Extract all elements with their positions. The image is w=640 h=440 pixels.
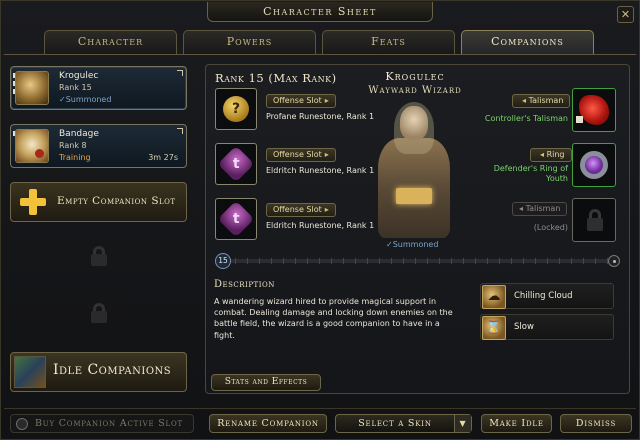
slot-type-label: Offense Slot [273,150,322,159]
rune-glyph: t [232,210,240,227]
tab-character[interactable]: Character [44,30,177,54]
rank-badge: 15 [215,253,231,269]
corner-marker-icon [177,70,183,76]
companion-rank: Rank 15 [59,83,92,92]
locked-talisman-slot-pill: ◂ Talisman [512,202,568,216]
locked-slot-icon [89,246,109,266]
chevron-right-icon: ▸ [324,150,329,159]
offense-slot-pill[interactable]: Offense Slot ▸ [266,94,336,108]
equip-item-name-line: Youth [546,174,568,183]
eldritch-runestone-icon: t [217,145,255,183]
equip-item-name: Controller's Talisman [484,114,568,123]
idle-companions-label: Idle Companions [53,362,172,378]
rune-name: Eldritch Runestone, Rank 1 [266,221,375,230]
companion-status: Training [59,153,91,162]
equip-slot-label: Talisman [528,96,564,105]
skin-select-value: Select a Skin [358,418,432,429]
controllers-talisman-icon [579,95,609,125]
max-rank-icon [608,255,620,267]
chilling-cloud-icon: ☁ [482,285,506,309]
idle-companions-button[interactable]: Idle Companions [10,352,187,392]
coin-icon [16,418,28,430]
idle-companions-icon [14,356,46,388]
chevron-right-icon: ▸ [324,205,329,214]
locked-slot-icon [89,303,109,323]
lock-icon [585,209,605,231]
companion-title-name: Krogulec [385,70,445,83]
eldritch-runestone-icon: t [217,200,255,238]
locked-equip-slot [572,198,616,242]
offense-slot-pill[interactable]: Offense Slot ▸ [266,203,336,217]
equip-slot-label: Talisman [525,204,561,213]
power-chilling-cloud[interactable]: ☁ Chilling Cloud [480,283,614,309]
tab-feats[interactable]: Feats [322,30,455,54]
power-name: Chilling Cloud [514,291,573,301]
rune-slot-2[interactable]: t [215,143,257,185]
skin-select-dropdown[interactable]: Select a Skin ▼ [335,414,472,433]
rune-name: Eldritch Runestone, Rank 1 [266,166,375,175]
companion-card-bandage[interactable]: Bandage Rank 8 Training 3m 27s [10,124,187,168]
equip-item-name: Defender's Ring of Youth [478,164,568,184]
companion-name: Krogulec [59,71,99,81]
power-name: Slow [514,322,534,332]
rune-slot-1[interactable]: ? [215,88,257,130]
close-button[interactable]: ✕ [617,6,634,23]
empty-slot-label: Empty Companion Slot [57,195,176,207]
tab-bar: Character Powers Feats Companions [44,30,594,54]
dismiss-button[interactable]: Dismiss [560,414,632,433]
defenders-ring-icon [580,151,608,179]
chevron-right-icon: ▸ [324,96,329,105]
companion-card-krogulec[interactable]: Krogulec Rank 15 ✓Summoned [10,66,187,110]
rune-slot-3[interactable]: t [215,198,257,240]
corner-marker-icon [177,128,183,134]
companion-portrait-icon [15,129,49,163]
slot-type-label: Offense Slot [273,205,322,214]
companion-portrait-icon [15,71,49,105]
buy-slot-label: Buy Companion Active Slot [35,418,183,429]
make-idle-button[interactable]: Make Idle [481,414,552,433]
power-slow[interactable]: ⌛ Slow [480,314,614,340]
profane-runestone-icon: ? [223,96,249,122]
rank-title: Rank 15 (Max Rank) [215,71,337,85]
equip-item-name: (Locked) [533,223,568,232]
progress-ticks [223,258,611,264]
companion-rank: Rank 8 [59,141,87,150]
buy-companion-slot-button[interactable]: Buy Companion Active Slot [10,414,194,433]
chevron-down-icon[interactable]: ▼ [454,415,471,432]
tab-powers[interactable]: Powers [183,30,316,54]
companion-portrait [370,100,460,240]
summoned-status: ✓Summoned [386,240,439,249]
description-title: Description [214,279,275,290]
plus-icon [20,189,46,215]
wax-seal-icon [35,149,44,158]
equip-slot-label: Ring [546,150,565,159]
tab-divider [4,54,636,55]
slot-type-label: Offense Slot [273,96,322,105]
ring-slot[interactable] [572,143,616,187]
talisman-slot[interactable] [572,88,616,132]
stats-and-effects-button[interactable]: Stats and Effects [211,374,321,391]
equip-item-name-line: Defender's Ring of [493,164,568,173]
window-title: Character Sheet [207,2,433,22]
description-text: A wandering wizard hired to provide magi… [214,297,453,340]
companion-class: Wayward Wizard [368,85,462,96]
training-timer: 3m 27s [148,153,178,162]
talisman-slot-pill[interactable]: ◂ Talisman [512,94,571,108]
companion-name: Bandage [59,129,99,139]
companion-status: ✓Summoned [59,95,112,104]
rank-progress-bar: 15 [215,253,620,269]
rename-companion-button[interactable]: Rename Companion [209,414,327,433]
offense-slot-pill[interactable]: Offense Slot ▸ [266,148,336,162]
empty-companion-slot-button[interactable]: Empty Companion Slot [10,182,187,222]
rune-name: Profane Runestone, Rank 1 [266,112,375,121]
slow-icon: ⌛ [482,316,506,340]
tab-companions[interactable]: Companions [461,30,594,54]
rune-glyph: t [232,155,240,172]
ring-slot-pill[interactable]: ◂ Ring [530,148,572,162]
slot-toggle-icon[interactable] [576,116,583,123]
